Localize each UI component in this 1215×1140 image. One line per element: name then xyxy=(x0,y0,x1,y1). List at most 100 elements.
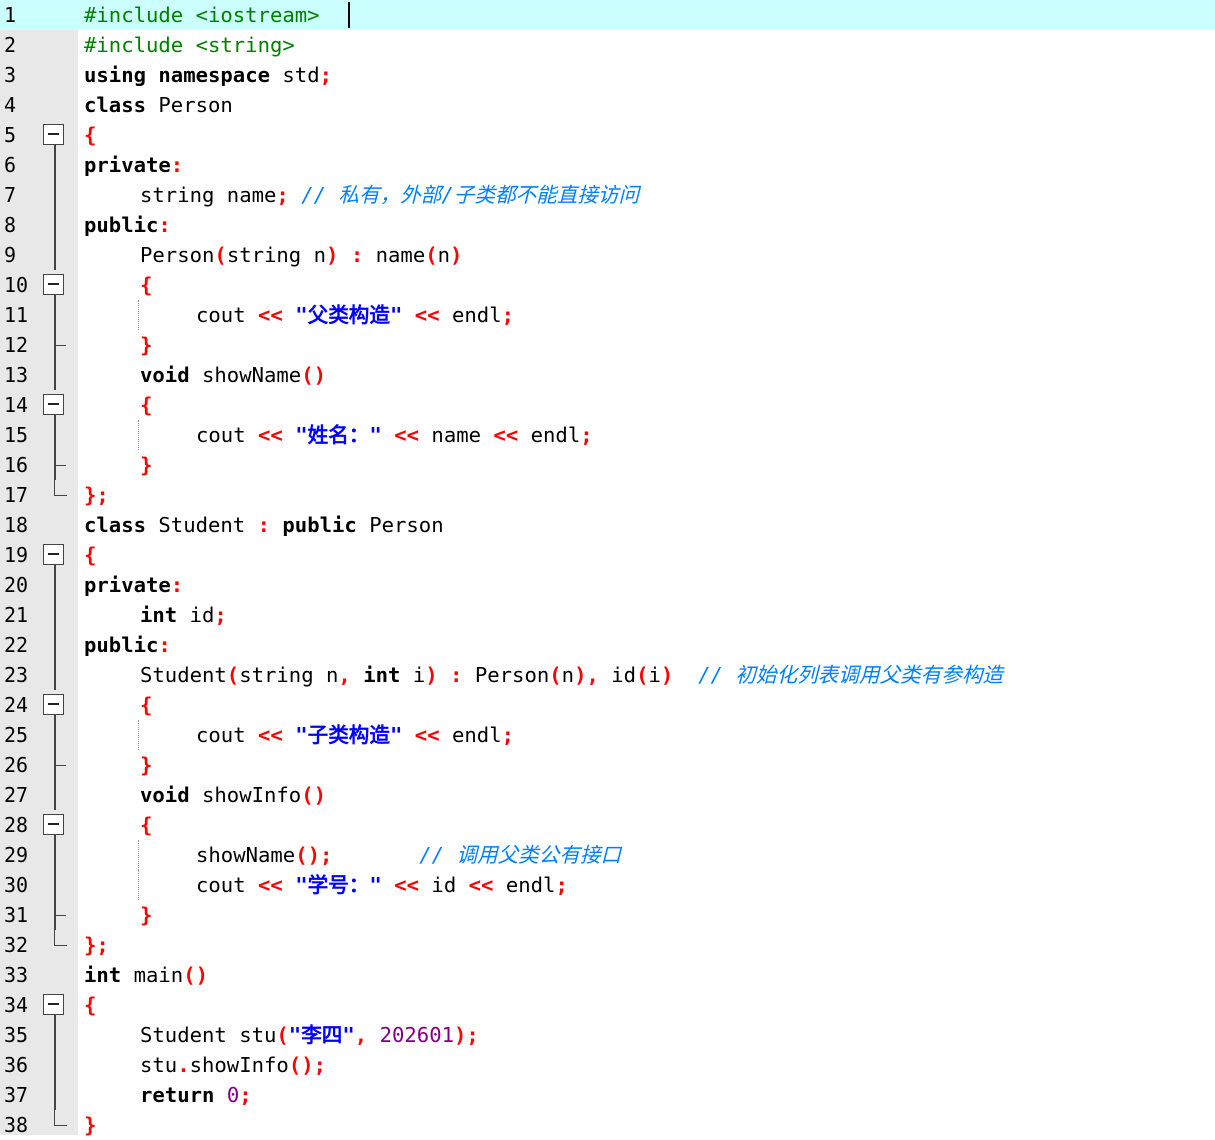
code-line[interactable]: 3 using namespace std; xyxy=(0,60,1215,90)
code-text[interactable]: }; xyxy=(84,930,109,960)
code-text[interactable]: Student(string n, int i) : Person(n), id… xyxy=(140,660,1003,690)
code-line[interactable]: 16} xyxy=(0,450,1215,480)
code-line[interactable]: 27 void showInfo() xyxy=(0,780,1215,810)
code-area[interactable]: 1 #include <iostream> 2 #include <string> 3 u… xyxy=(0,0,1215,1137)
code-text[interactable]: { xyxy=(140,270,152,300)
code-line[interactable]: 7 string name; // 私有，外部/子类都不能直接访问 xyxy=(0,180,1215,210)
fold-collapse-icon[interactable] xyxy=(43,544,64,565)
code-text[interactable]: #include <string> xyxy=(84,30,295,60)
code-text[interactable]: cout << "学号：" << id << endl; xyxy=(196,870,568,900)
code-line[interactable]: 6 private: xyxy=(0,150,1215,180)
code-text[interactable]: int main() xyxy=(84,960,208,990)
fold-collapse-icon[interactable] xyxy=(43,694,64,715)
operator-token: }; xyxy=(84,933,109,957)
code-line[interactable]: 34 { xyxy=(0,990,1215,1020)
code-text[interactable]: void showInfo() xyxy=(140,780,326,810)
code-line[interactable]: 25 cout << "子类构造" << endl; xyxy=(0,720,1215,750)
code-text[interactable]: } xyxy=(84,1110,96,1140)
code-line[interactable]: 9 Person(string n) : name(n) xyxy=(0,240,1215,270)
code-line[interactable]: 33 int main() xyxy=(0,960,1215,990)
code-line[interactable]: 38} xyxy=(0,1110,1215,1140)
code-text[interactable]: } xyxy=(140,900,152,930)
code-line[interactable]: 19 { xyxy=(0,540,1215,570)
code-line[interactable]: 24 { xyxy=(0,690,1215,720)
code-text[interactable]: { xyxy=(140,390,152,420)
code-line[interactable]: 29 showName(); // 调用父类公有接口 xyxy=(0,840,1215,870)
code-line[interactable]: 4 class Person xyxy=(0,90,1215,120)
fold-collapse-icon[interactable] xyxy=(43,124,64,145)
code-line[interactable]: 21 int id; xyxy=(0,600,1215,630)
code-text[interactable]: Person(string n) : name(n) xyxy=(140,240,462,270)
code-line[interactable]: 36 stu.showInfo(); xyxy=(0,1050,1215,1080)
operator-token: ; xyxy=(214,603,227,627)
keyword-token: return xyxy=(140,1083,215,1107)
code-line[interactable]: 23 Student(string n, int i) : Person(n), … xyxy=(0,660,1215,690)
code-text[interactable]: stu.showInfo(); xyxy=(140,1050,326,1080)
code-text[interactable]: } xyxy=(140,450,152,480)
code-text[interactable]: { xyxy=(84,540,96,570)
code-text[interactable]: using namespace std; xyxy=(84,60,332,90)
code-text[interactable]: { xyxy=(84,120,96,150)
code-text[interactable]: string name; // 私有，外部/子类都不能直接访问 xyxy=(140,180,639,210)
code-text[interactable]: private: xyxy=(84,150,183,180)
code-line[interactable]: 2 #include <string> xyxy=(0,30,1215,60)
code-line[interactable]: 20 private: xyxy=(0,570,1215,600)
fold-collapse-icon[interactable] xyxy=(43,994,64,1015)
code-line[interactable]: 26} xyxy=(0,750,1215,780)
code-line[interactable]: 8 public: xyxy=(0,210,1215,240)
code-text[interactable]: int id; xyxy=(140,600,227,630)
code-line[interactable]: 18 class Student : public Person xyxy=(0,510,1215,540)
code-line[interactable]: 28 { xyxy=(0,810,1215,840)
code-text[interactable]: cout << "子类构造" << endl; xyxy=(196,720,514,750)
fold-collapse-icon[interactable] xyxy=(43,394,64,415)
code-text[interactable]: public: xyxy=(84,630,171,660)
fold-guide-line xyxy=(54,600,56,630)
code-text[interactable]: { xyxy=(140,810,152,840)
code-editor[interactable]: 1 #include <iostream> 2 #include <string> 3 u… xyxy=(0,0,1215,1137)
code-text[interactable]: class Student : public Person xyxy=(84,510,444,540)
operator-token: ) xyxy=(450,243,463,267)
code-line[interactable]: 13 void showName() xyxy=(0,360,1215,390)
code-line[interactable]: 17}; xyxy=(0,480,1215,510)
line-number: 6 xyxy=(4,153,17,177)
code-text[interactable]: } xyxy=(140,330,152,360)
code-line[interactable]: 22 public: xyxy=(0,630,1215,660)
code-line[interactable]: 31} xyxy=(0,900,1215,930)
fold-collapse-icon[interactable] xyxy=(43,274,64,295)
line-number: 17 xyxy=(4,483,29,507)
code-line[interactable]: 10 { xyxy=(0,270,1215,300)
fold-collapse-icon[interactable] xyxy=(43,814,64,835)
code-text[interactable]: #include <iostream> xyxy=(84,0,320,30)
code-line[interactable]: 1 #include <iostream> xyxy=(0,0,1215,30)
code-text[interactable]: private: xyxy=(84,570,183,600)
code-text[interactable]: cout << "姓名：" << name << endl; xyxy=(196,420,593,450)
code-text[interactable]: } xyxy=(140,750,152,780)
identifier-token: n xyxy=(561,663,575,687)
code-line[interactable]: 11 cout << "父类构造" << endl; xyxy=(0,300,1215,330)
line-number: 34 xyxy=(4,993,29,1017)
code-text[interactable]: return 0; xyxy=(140,1080,252,1110)
code-text[interactable]: showName(); // 调用父类公有接口 xyxy=(196,840,621,870)
code-text[interactable]: void showName() xyxy=(140,360,326,390)
line-number: 23 xyxy=(4,663,29,687)
code-text[interactable]: { xyxy=(84,990,96,1020)
code-line[interactable]: 32}; xyxy=(0,930,1215,960)
code-line[interactable]: 12} xyxy=(0,330,1215,360)
identifier-token: name xyxy=(363,243,426,267)
code-line[interactable]: 37 return 0; xyxy=(0,1080,1215,1110)
code-text[interactable]: cout << "父类构造" << endl; xyxy=(196,300,514,330)
identifier-token: stu xyxy=(140,1053,178,1077)
code-text[interactable]: Student stu("李四", 202601); xyxy=(140,1020,479,1050)
code-line[interactable]: 15 cout << "姓名：" << name << endl; xyxy=(0,420,1215,450)
code-text[interactable]: public: xyxy=(84,210,171,240)
line-number: 10 xyxy=(4,273,29,297)
code-line[interactable]: 35 Student stu("李四", 202601); xyxy=(0,1020,1215,1050)
line-number: 4 xyxy=(4,93,17,117)
code-line[interactable]: 14 { xyxy=(0,390,1215,420)
code-text[interactable]: }; xyxy=(84,480,109,510)
operator-token: ; xyxy=(319,63,333,87)
code-line[interactable]: 5{ xyxy=(0,120,1215,150)
code-text[interactable]: { xyxy=(140,690,152,720)
code-text[interactable]: class Person xyxy=(84,90,233,120)
code-line[interactable]: 30 cout << "学号：" << id << endl; xyxy=(0,870,1215,900)
